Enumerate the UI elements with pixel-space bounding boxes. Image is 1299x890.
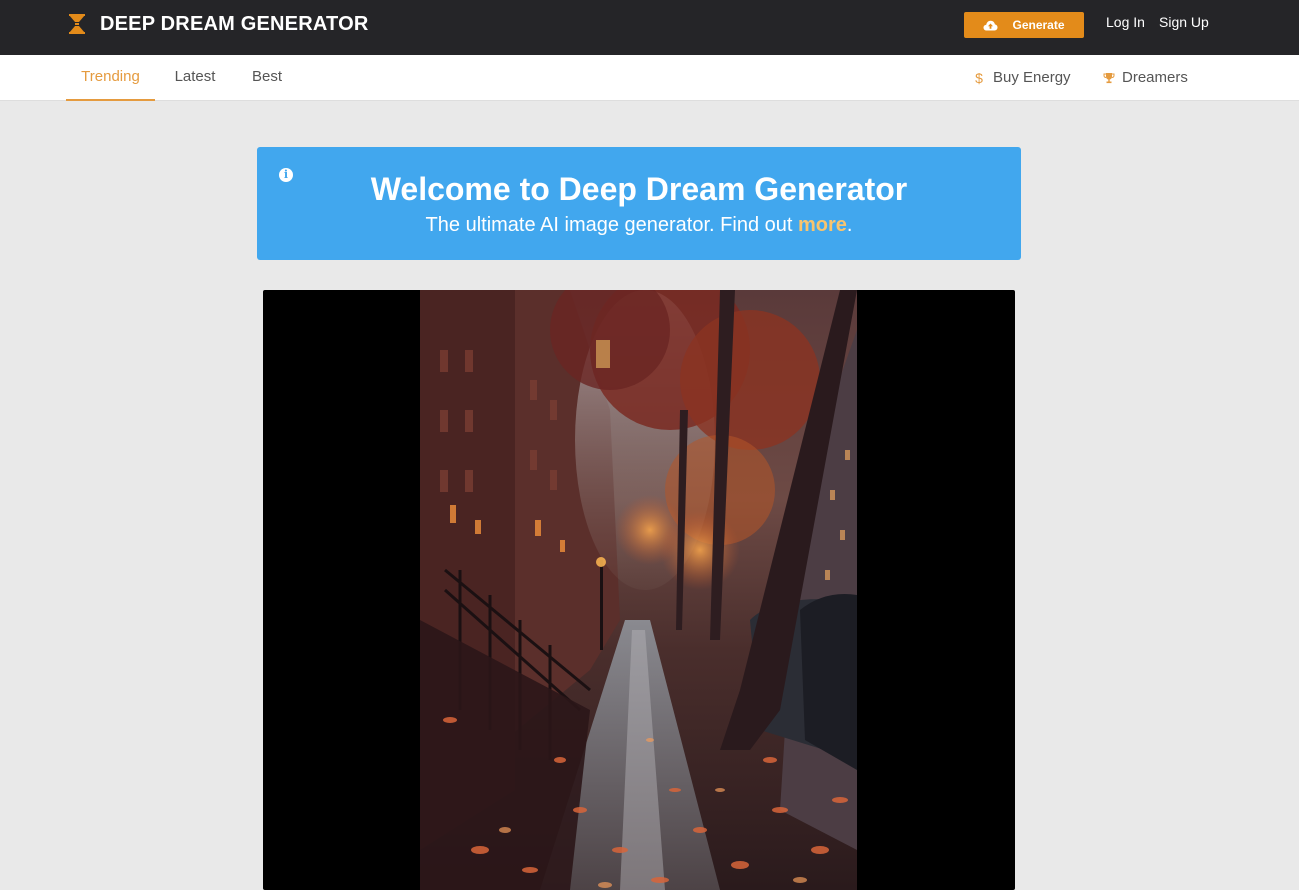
- brand-home-link[interactable]: DEEP DREAM GENERATOR: [68, 12, 368, 36]
- welcome-subtitle: The ultimate AI image generator. Find ou…: [257, 214, 1021, 237]
- buy-energy-label: Buy Energy: [993, 69, 1071, 86]
- sub-navigation: Trending Latest Best $ Buy Energy Dreame…: [0, 55, 1299, 101]
- hourglass-logo-icon: [69, 14, 85, 34]
- tab-best[interactable]: Best: [247, 55, 287, 101]
- featured-dream-image[interactable]: [420, 290, 857, 890]
- dollar-icon: $: [975, 70, 983, 86]
- welcome-subtitle-end: .: [846, 214, 853, 236]
- welcome-title: Welcome to Deep Dream Generator: [370, 171, 908, 207]
- more-link[interactable]: more: [798, 214, 847, 236]
- dreamers-link[interactable]: Dreamers: [1103, 55, 1188, 101]
- cloud-upload-icon: [983, 20, 998, 30]
- welcome-banner: i Welcome to Deep Dream Generator The ul…: [257, 147, 1021, 260]
- generate-button[interactable]: Generate: [964, 12, 1084, 38]
- welcome-subtitle-text: The ultimate AI image generator. Find ou…: [425, 214, 798, 236]
- dreamers-label: Dreamers: [1122, 69, 1188, 86]
- trophy-icon: [1103, 72, 1115, 84]
- login-link[interactable]: Log In: [1106, 14, 1145, 30]
- top-bar: DEEP DREAM GENERATOR Generate Log In Sig…: [0, 0, 1299, 55]
- buy-energy-link[interactable]: $ Buy Energy: [974, 55, 1071, 101]
- signup-link[interactable]: Sign Up: [1159, 14, 1209, 30]
- generate-label: Generate: [1012, 18, 1065, 32]
- tab-trending[interactable]: Trending: [66, 55, 155, 101]
- brand-name: DEEP DREAM GENERATOR: [100, 12, 369, 35]
- tab-latest[interactable]: Latest: [170, 55, 220, 101]
- featured-image-frame: [263, 290, 1015, 890]
